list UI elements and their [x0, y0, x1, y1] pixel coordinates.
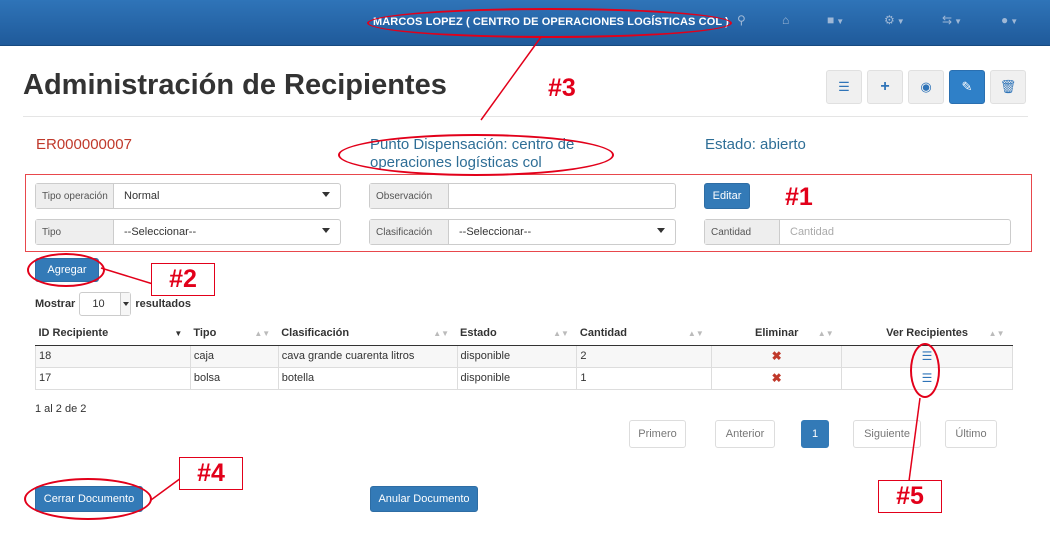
table-header-row: ID Recipiente ▼ Tipo ▲▼ Clasificación ▲▼ Es… — [35, 321, 1013, 346]
chevron-down-icon — [322, 192, 330, 197]
col-header-ver-recipientes[interactable]: Ver Recipientes ▲▼ — [841, 321, 1013, 346]
add-button[interactable]: + — [867, 70, 903, 104]
col-header-eliminar[interactable]: Eliminar ▲▼ — [711, 321, 842, 346]
sort-icon: ▲▼ — [254, 329, 271, 338]
cell-clasificacion: cava grande cuarenta litros — [277, 344, 458, 368]
chevron-down-icon — [657, 228, 665, 233]
cantidad-field[interactable]: Cantidad Cantidad — [704, 219, 1011, 245]
clasificacion-select[interactable]: Clasificación --Seleccionar-- — [369, 219, 676, 245]
sort-icon: ▲▼ — [988, 329, 1005, 338]
map-marker-icon[interactable]: ⚲ — [737, 13, 746, 27]
tipo-operacion-value: Normal — [124, 190, 160, 202]
table-row: 17 bolsa botella disponible 1 ✖ ☰ — [35, 366, 1013, 390]
list-view-button[interactable]: ☰ — [826, 70, 862, 104]
tipo-value: --Seleccionar-- — [124, 226, 197, 238]
col-header-clasificacion[interactable]: Clasificación ▲▼ — [278, 321, 458, 346]
cantidad-label: Cantidad — [705, 220, 780, 244]
annotation-ellipse-cerrar — [24, 478, 152, 520]
recipientes-table: ID Recipiente ▼ Tipo ▲▼ Clasificación ▲▼ Es… — [35, 321, 1013, 390]
user-circle-icon[interactable]: ● ▼ — [1001, 13, 1018, 27]
clasificacion-value: --Seleccionar-- — [459, 226, 532, 238]
cell-id: 18 — [35, 344, 191, 368]
annotation-label-4: #4 — [179, 457, 243, 490]
clasificacion-label: Clasificación — [370, 220, 449, 244]
results-info: 1 al 2 de 2 — [35, 403, 87, 415]
annotation-label-5: #5 — [878, 480, 942, 513]
resultados-label: resultados — [135, 298, 191, 310]
sort-icon: ▲▼ — [817, 329, 834, 338]
anular-documento-button[interactable]: Anular Documento — [370, 486, 478, 512]
annotation-ellipse-punto — [338, 134, 614, 176]
annotation-ellipse-ver — [910, 343, 940, 398]
observacion-input[interactable] — [449, 184, 675, 208]
page-size-select[interactable]: 10 — [79, 292, 132, 316]
pagination-first[interactable]: Primero — [629, 420, 686, 448]
mostrar-label: Mostrar — [35, 298, 76, 310]
pagination-last[interactable]: Último — [945, 420, 997, 448]
view-button[interactable]: ◉ — [908, 70, 944, 104]
sort-icon: ▲▼ — [687, 329, 704, 338]
document-status: Estado: abierto — [705, 136, 806, 153]
annotation-label-3: #3 — [548, 74, 576, 102]
chevron-down-icon — [120, 293, 131, 315]
home-icon[interactable]: ⌂ — [782, 13, 789, 27]
plus-icon: + — [880, 78, 890, 95]
cell-tipo: caja — [189, 344, 279, 368]
delete-x-icon[interactable]: ✖ — [772, 349, 782, 363]
cell-cantidad: 2 — [576, 344, 713, 368]
square-icon[interactable]: ■ ▼ — [827, 13, 844, 27]
col-header-cantidad[interactable]: Cantidad ▲▼ — [576, 321, 712, 346]
sort-desc-icon: ▼ — [174, 329, 183, 338]
col-header-tipo[interactable]: Tipo ▲▼ — [190, 321, 279, 346]
page-size-value: 10 — [92, 298, 105, 310]
transfer-icon[interactable]: ⇆ ▼ — [942, 13, 962, 27]
document-code: ER000000007 — [36, 136, 132, 153]
cantidad-input[interactable]: Cantidad — [780, 220, 1010, 244]
pagination-current[interactable]: 1 — [801, 420, 829, 448]
sort-icon: ▲▼ — [553, 329, 569, 338]
pencil-icon: ✎ — [961, 79, 973, 94]
observacion-label: Observación — [370, 184, 449, 208]
pagination-next[interactable]: Siguiente — [853, 420, 921, 448]
table-row: 18 caja cava grande cuarenta litros disp… — [35, 344, 1013, 368]
tipo-operacion-select[interactable]: Tipo operación Normal — [35, 183, 341, 209]
annotation-ellipse-user — [367, 8, 732, 38]
cell-tipo: bolsa — [189, 366, 279, 390]
gear-icon[interactable]: ⚙ ▼ — [884, 13, 905, 27]
edit-button[interactable]: ✎ — [949, 70, 985, 104]
annotation-label-2: #2 — [151, 263, 215, 296]
divider — [23, 116, 1028, 117]
editar-button[interactable]: Editar — [704, 183, 750, 209]
cell-estado: disponible — [456, 366, 578, 390]
observacion-field[interactable]: Observación — [369, 183, 676, 209]
sort-icon: ▲▼ — [433, 329, 450, 338]
col-header-estado[interactable]: Estado ▲▼ — [457, 321, 577, 346]
delete-x-icon[interactable]: ✖ — [772, 371, 782, 385]
list-icon: ☰ — [838, 79, 850, 94]
trash-icon: 🗑 — [999, 79, 1017, 94]
cell-id: 17 — [35, 366, 191, 390]
cell-cantidad: 1 — [576, 366, 713, 390]
cell-clasificacion: botella — [277, 366, 458, 390]
col-header-id[interactable]: ID Recipiente ▼ — [35, 321, 191, 346]
delete-button[interactable]: 🗑 — [990, 70, 1026, 104]
tipo-label: Tipo — [36, 220, 114, 244]
annotation-label-1: #1 — [785, 183, 813, 211]
eye-icon: ◉ — [920, 79, 932, 94]
tipo-select[interactable]: Tipo --Seleccionar-- — [35, 219, 341, 245]
annotation-ellipse-agregar — [27, 253, 105, 287]
pagination-prev[interactable]: Anterior — [715, 420, 775, 448]
cell-estado: disponible — [456, 344, 578, 368]
page-title: Administración de Recipientes — [23, 69, 447, 101]
chevron-down-icon — [322, 228, 330, 233]
tipo-operacion-label: Tipo operación — [36, 184, 114, 208]
